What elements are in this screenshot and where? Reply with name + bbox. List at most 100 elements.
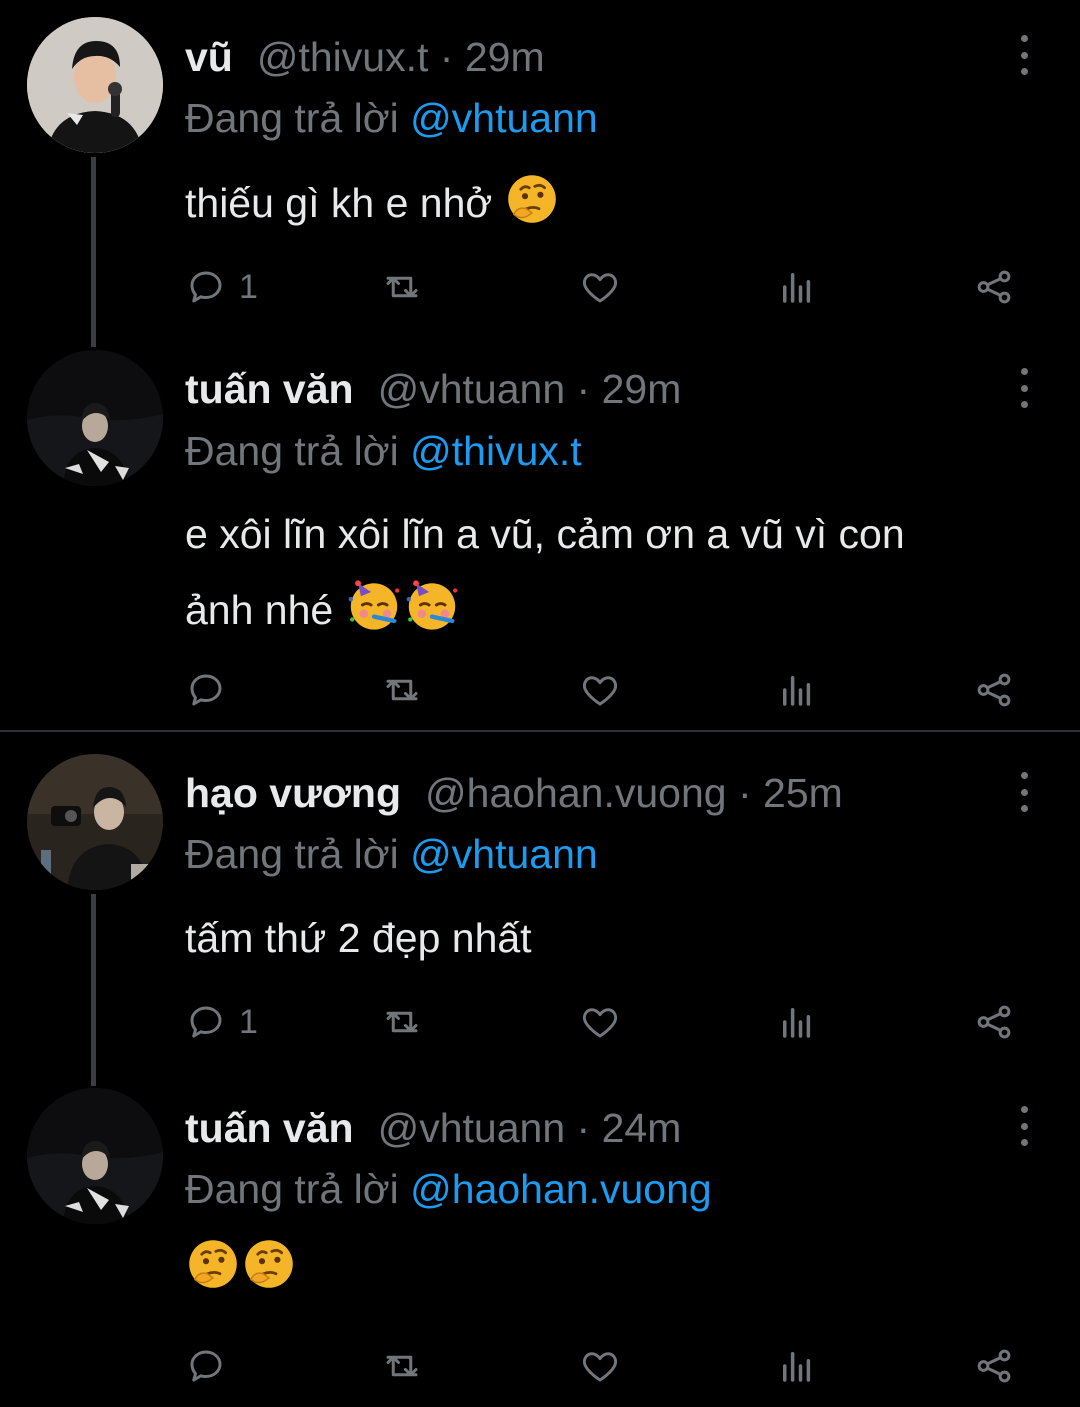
thinking-face-emoji (185, 1236, 241, 1292)
tweet[interactable]: vũ @thivux.t · 29m Đang trả lời @vhtuann … (0, 0, 1080, 347)
retweet-button[interactable] (381, 1000, 423, 1044)
share-icon (973, 1001, 1015, 1043)
user-handle[interactable]: @vhtuann (378, 366, 566, 412)
replying-to: Đang trả lời @thivux.t (185, 426, 582, 476)
replying-to: Đang trả lời @vhtuann (185, 93, 598, 143)
reply-count: 1 (239, 267, 258, 306)
avatar[interactable] (27, 754, 163, 890)
user-handle[interactable]: @vhtuann (378, 1105, 566, 1151)
avatar[interactable] (27, 350, 163, 486)
like-icon (579, 1345, 621, 1387)
tweet-actions: 1 (185, 1000, 1035, 1044)
analytics-icon (776, 1001, 818, 1043)
like-button[interactable] (579, 668, 621, 712)
more-options-icon[interactable] (1010, 1106, 1038, 1146)
like-button[interactable] (579, 1344, 621, 1388)
share-icon (973, 669, 1015, 711)
retweet-icon (381, 1001, 423, 1043)
share-icon (973, 1345, 1015, 1387)
more-options-icon[interactable] (1010, 772, 1038, 812)
replying-to: Đang trả lời @vhtuann (185, 829, 598, 879)
reply-button[interactable]: 1 (185, 1000, 258, 1044)
analytics-button[interactable] (776, 1344, 818, 1388)
reply-icon (185, 1345, 227, 1387)
avatar-image (27, 350, 163, 486)
replying-to: Đang trả lời @haohan.vuong (185, 1164, 712, 1214)
avatar[interactable] (27, 1088, 163, 1224)
reply-button[interactable]: 1 (185, 265, 258, 309)
analytics-icon (776, 669, 818, 711)
tweet-actions: 1 (185, 265, 1035, 309)
display-name[interactable]: tuấn văn (185, 366, 354, 412)
tweet-text-line: e xôi lĩn xôi lĩn a vũ, cảm ơn a vũ vì c… (185, 511, 905, 557)
reply-icon (185, 669, 227, 711)
separator: · (576, 366, 591, 412)
tweet-text-content: tấm thứ 2 đẹp nhất (185, 915, 532, 961)
reply-button[interactable] (185, 1344, 239, 1388)
timestamp[interactable]: 29m (465, 34, 545, 80)
reply-button[interactable] (185, 668, 239, 712)
avatar-image (27, 1088, 163, 1224)
more-options-icon[interactable] (1010, 35, 1038, 75)
retweet-button[interactable] (381, 265, 423, 309)
display-name[interactable]: hạo vương (185, 770, 401, 816)
tweet-actions (185, 1344, 1035, 1388)
mention-link[interactable]: @vhtuann (410, 95, 598, 141)
tweet-header: tuấn văn @vhtuann · 29m (185, 364, 681, 414)
tweet[interactable]: tuấn văn @vhtuann · 24m Đang trả lời @hao… (0, 1072, 1080, 1407)
retweet-icon (381, 1345, 423, 1387)
like-icon (579, 669, 621, 711)
reply-icon (185, 266, 227, 308)
tweet-text: tấm thứ 2 đẹp nhất (185, 908, 1045, 968)
tweet-text-line: ảnh nhé (185, 576, 1045, 640)
tweet-actions (185, 668, 1035, 712)
avatar-image (27, 754, 163, 890)
tweet-header: hạo vương @haohan.vuong · 25m (185, 768, 843, 818)
like-button[interactable] (579, 1000, 621, 1044)
analytics-icon (776, 266, 818, 308)
timestamp[interactable]: 29m (602, 366, 682, 412)
separator: · (576, 1105, 591, 1151)
share-button[interactable] (973, 1344, 1015, 1388)
user-handle[interactable]: @thivux.t (257, 34, 429, 80)
mention-link[interactable]: @haohan.vuong (410, 1166, 712, 1212)
more-options-icon[interactable] (1010, 368, 1038, 408)
like-button[interactable] (579, 265, 621, 309)
mention-link[interactable]: @thivux.t (410, 428, 582, 474)
avatar-image (27, 17, 163, 153)
replying-to-label: Đang trả lời (185, 1166, 399, 1212)
timestamp[interactable]: 24m (602, 1105, 682, 1151)
thinking-face-emoji (241, 1236, 297, 1292)
mention-link[interactable]: @vhtuann (410, 831, 598, 877)
tweet-text: thiếu gì kh e nhở (185, 171, 1045, 233)
tweet[interactable]: hạo vương @haohan.vuong · 25m Đang trả lờ… (0, 732, 1080, 1086)
display-name[interactable]: tuấn văn (185, 1105, 354, 1151)
retweet-button[interactable] (381, 668, 423, 712)
like-icon (579, 266, 621, 308)
reply-count: 1 (239, 1002, 258, 1041)
retweet-icon (381, 266, 423, 308)
separator: · (737, 770, 752, 816)
reply-icon (185, 1001, 227, 1043)
display-name[interactable]: vũ (185, 34, 233, 80)
separator: · (439, 34, 454, 80)
tweet-text-content: thiếu gì kh e nhở (185, 180, 493, 226)
share-button[interactable] (973, 668, 1015, 712)
share-button[interactable] (973, 265, 1015, 309)
tweet[interactable]: tuấn văn @vhtuann · 29m Đang trả lời @thi… (0, 340, 1080, 730)
replying-to-label: Đang trả lời (185, 428, 399, 474)
tweet-text (185, 1236, 1045, 1298)
tweet-text-content: ảnh nhé (185, 587, 334, 633)
analytics-button[interactable] (776, 265, 818, 309)
thinking-face-emoji (504, 171, 560, 227)
partying-face-emoji (345, 576, 403, 634)
share-button[interactable] (973, 1000, 1015, 1044)
user-handle[interactable]: @haohan.vuong (425, 770, 727, 816)
analytics-icon (776, 1345, 818, 1387)
analytics-button[interactable] (776, 1000, 818, 1044)
analytics-button[interactable] (776, 668, 818, 712)
avatar[interactable] (27, 17, 163, 153)
timestamp[interactable]: 25m (763, 770, 843, 816)
retweet-button[interactable] (381, 1344, 423, 1388)
partying-face-emoji (403, 576, 461, 634)
